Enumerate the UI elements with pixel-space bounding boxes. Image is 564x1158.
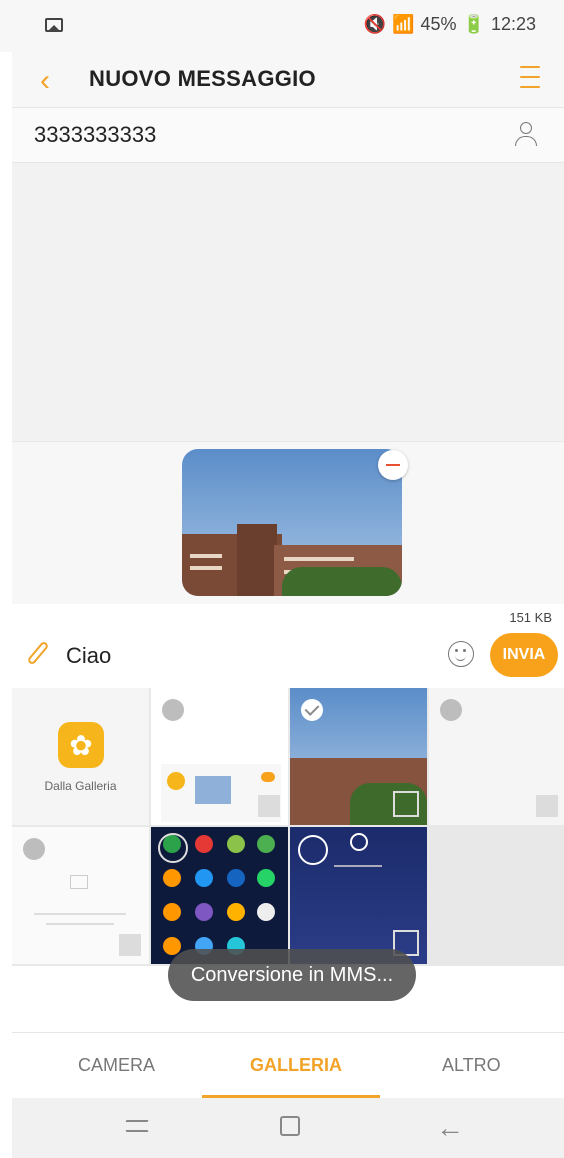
send-button[interactable]: INVIA xyxy=(490,633,558,677)
status-bar: 🔇 📶 45% 🔋 12:23 xyxy=(0,0,564,52)
expand-icon[interactable] xyxy=(393,791,419,817)
select-circle[interactable] xyxy=(298,835,328,865)
back-icon[interactable]: ‹ xyxy=(40,64,50,98)
attach-icon[interactable] xyxy=(28,640,50,670)
expand-icon[interactable] xyxy=(536,795,558,817)
remove-attachment-button[interactable] xyxy=(378,450,408,480)
tab-galleria[interactable]: GALLERIA xyxy=(250,1055,342,1076)
select-circle[interactable] xyxy=(158,833,188,863)
home-icon[interactable] xyxy=(280,1116,300,1136)
tab-altro[interactable]: ALTRO xyxy=(442,1055,501,1076)
composer-bar: Ciao INVIA xyxy=(12,628,564,686)
gallery-thumbnail[interactable] xyxy=(429,688,564,825)
silent-icon: 🔇 xyxy=(363,14,387,34)
recipient-row[interactable]: 3333333333 xyxy=(12,108,564,163)
system-navigation-bar: ← xyxy=(12,1098,564,1158)
contact-icon[interactable] xyxy=(514,122,538,146)
status-right: 🔇 📶 45% 🔋 12:23 xyxy=(364,14,536,35)
app-window: 🔇 📶 45% 🔋 12:23 ‹ NUOVO MESSAGGIO 333333… xyxy=(0,0,564,1158)
gallery-grid: ✿ Dalla Galleria xyxy=(12,688,564,966)
select-circle[interactable] xyxy=(162,699,184,721)
select-circle[interactable] xyxy=(440,699,462,721)
attachment-preview-area xyxy=(12,441,564,604)
select-circle[interactable] xyxy=(23,838,45,860)
toast-message: Conversione in MMS... xyxy=(168,949,416,1001)
expand-icon[interactable] xyxy=(119,934,141,956)
gallery-thumbnail[interactable] xyxy=(290,827,427,964)
gallery-thumbnail[interactable] xyxy=(12,827,149,964)
emoji-icon[interactable] xyxy=(448,641,474,667)
recipient-number: 3333333333 xyxy=(34,122,157,147)
gallery-thumbnail[interactable] xyxy=(151,827,288,964)
tab-camera[interactable]: CAMERA xyxy=(78,1055,155,1076)
expand-icon[interactable] xyxy=(258,795,280,817)
message-area xyxy=(12,163,564,441)
menu-icon[interactable] xyxy=(520,66,540,88)
gallery-icon: ✿ xyxy=(58,722,104,768)
from-gallery-tile[interactable]: ✿ Dalla Galleria xyxy=(12,688,149,825)
header: ‹ NUOVO MESSAGGIO xyxy=(12,52,564,108)
page-title: NUOVO MESSAGGIO xyxy=(89,66,316,91)
back-nav-icon[interactable]: ← xyxy=(436,1112,464,1144)
message-text[interactable]: Ciao xyxy=(66,643,111,669)
attachment-size: 151 KB xyxy=(509,610,552,625)
battery-percent: 45% xyxy=(420,14,457,34)
selected-check-icon[interactable] xyxy=(301,699,323,721)
status-time: 12:23 xyxy=(490,14,536,34)
gallery-thumbnail[interactable] xyxy=(290,688,427,825)
from-gallery-label: Dalla Galleria xyxy=(44,779,117,793)
image-notification-icon xyxy=(45,18,63,32)
signal-icon: 📶 xyxy=(392,14,415,34)
attachment-preview[interactable] xyxy=(182,449,402,596)
bottom-tabs: CAMERA GALLERIA ALTRO xyxy=(12,1032,564,1099)
sun-icon xyxy=(350,833,368,851)
battery-icon: 🔋 xyxy=(462,14,485,34)
gallery-thumbnail[interactable] xyxy=(151,688,288,825)
recent-apps-icon[interactable] xyxy=(126,1120,148,1132)
